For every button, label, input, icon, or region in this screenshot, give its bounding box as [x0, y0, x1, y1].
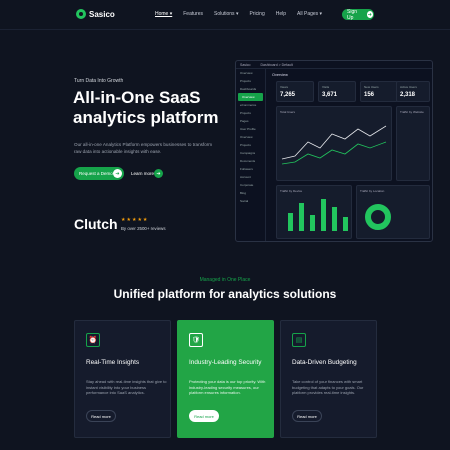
clock-icon: ⏰ — [86, 333, 100, 347]
main-menu: Home ▾ Features Solutions ▾ Pricing Help… — [155, 11, 322, 17]
shield-icon: 🛡 — [189, 333, 203, 347]
stat-label: Active Users — [400, 85, 417, 89]
bar — [310, 215, 315, 231]
stat-value: 3,671 — [322, 92, 338, 98]
stat-card: Active Users 2,318 — [396, 81, 430, 102]
menu-home[interactable]: Home ▾ — [155, 11, 172, 17]
learn-more-button[interactable]: Learn more ➜ — [129, 167, 165, 180]
menu-solutions[interactable]: Solutions ▾ — [214, 11, 238, 17]
stat-card: New Users 156 — [360, 81, 398, 102]
ledger-icon: ▤ — [292, 333, 306, 347]
request-demo-button[interactable]: Request a Demo ➜ — [74, 167, 124, 180]
dashboard-brand: Sasico — [240, 62, 251, 67]
line-series — [281, 125, 387, 160]
read-more-button[interactable]: Read more — [189, 410, 219, 422]
donut-ring — [365, 204, 391, 230]
feature-card: ⏰ Real-Time Insights Stay ahead with rea… — [74, 320, 171, 438]
donut-chart — [365, 204, 391, 230]
traffic-device-panel: Traffic by Device — [276, 185, 352, 239]
sidebar-item[interactable]: Account — [236, 173, 265, 181]
request-demo-label: Request a Demo — [79, 171, 113, 176]
stat-card: Visits 3,671 — [318, 81, 356, 102]
read-more-button[interactable]: Read more — [292, 410, 322, 422]
feature-card: ▤ Data-Driven Budgeting Take control of … — [280, 320, 377, 438]
line-chart — [281, 125, 387, 165]
stat-value: 7,265 — [280, 92, 296, 98]
logo-icon — [76, 9, 86, 19]
arrow-right-icon: ➜ — [366, 11, 373, 18]
sidebar-item[interactable]: Overview — [236, 133, 265, 141]
hero-title-line1: All-in-One SaaS — [73, 88, 201, 107]
sidebar-item[interactable]: Social — [236, 197, 265, 205]
sidebar-item[interactable]: Followers — [236, 165, 265, 173]
section-tag: Managed in One Place — [199, 277, 251, 283]
logo[interactable]: Sasico — [76, 9, 115, 19]
sidebar-item[interactable]: Overview — [236, 69, 265, 77]
clutch-logo: Clutch — [74, 216, 118, 232]
menu-features[interactable]: Features — [183, 11, 203, 17]
sidebar-item[interactable]: Corporate — [236, 181, 265, 189]
card-title: Industry-Leading Security — [189, 359, 262, 366]
sidebar-item-active[interactable]: Overview — [238, 93, 263, 101]
signup-button[interactable]: Sign Up ➜ — [342, 8, 374, 21]
sidebar-item[interactable]: Blog — [236, 189, 265, 197]
section-title: Unified platform for analytics solutions — [113, 287, 337, 301]
bar — [332, 207, 337, 231]
menu-all-pages[interactable]: All Pages ▾ — [297, 11, 322, 17]
signup-label: Sign Up — [347, 8, 358, 21]
read-more-button[interactable]: Read more — [86, 410, 116, 422]
traffic-location-panel: Traffic by Location — [356, 185, 430, 239]
traffic-location-title: Traffic by Location — [360, 189, 385, 193]
sidebar-item[interactable]: Projects — [236, 109, 265, 117]
card-description: Protecting your data is our top priority… — [189, 379, 266, 396]
card-title: Real-Time Insights — [86, 359, 140, 366]
overview-label: Overview — [272, 73, 288, 77]
menu-help[interactable]: Help — [276, 11, 286, 17]
bar-chart — [288, 199, 348, 231]
total-users-panel: Total Users — [276, 106, 392, 181]
sidebar-item[interactable]: Campaigns — [236, 149, 265, 157]
traffic-website-panel: Traffic by Website — [396, 106, 430, 181]
stat-value: 2,318 — [400, 92, 416, 98]
stat-label: Views — [280, 85, 288, 89]
review-count: By over 2500+ reviews — [121, 226, 166, 231]
sidebar-item[interactable]: User Profile — [236, 125, 265, 133]
arrow-right-icon: ➜ — [154, 169, 163, 178]
stat-card: Views 7,265 — [276, 81, 314, 102]
stat-label: Visits — [322, 85, 330, 89]
traffic-website-title: Traffic by Website — [400, 110, 424, 114]
sidebar-item[interactable]: Projects — [236, 141, 265, 149]
bar — [288, 213, 293, 231]
learn-more-label: Learn more — [131, 171, 155, 176]
bar — [321, 199, 326, 231]
sidebar-item[interactable]: Projects — [236, 77, 265, 85]
dashboard-topbar: Sasico Dashboard > Default — [236, 61, 432, 69]
dashboard-sidebar: Overview Projects Dashboards Overview eC… — [236, 69, 266, 241]
hero-title-line2: analytics platform — [73, 108, 219, 127]
bar — [343, 217, 348, 231]
stat-label: New Users — [364, 85, 379, 89]
bar — [299, 203, 304, 231]
star-rating-icon: ★★★★★ — [121, 217, 149, 223]
hero-title: All-in-One SaaS analytics platform — [73, 88, 233, 128]
sidebar-item[interactable]: eCommerce — [236, 101, 265, 109]
stat-value: 156 — [364, 92, 375, 98]
sidebar-item[interactable]: Pages — [236, 117, 265, 125]
dashboard-preview: Sasico Dashboard > Default Overview Proj… — [235, 60, 433, 242]
hero-eyebrow: Turn Data Into Growth — [74, 78, 124, 84]
card-description: Stay ahead with real-time insights that … — [86, 379, 167, 396]
rating: ★★★★★ By over 2500+ reviews — [121, 217, 166, 231]
feature-card: 🛡 Industry-Leading Security Protecting y… — [177, 320, 274, 438]
card-description: Take control of your finances with smart… — [292, 379, 364, 396]
top-nav: Sasico Home ▾ Features Solutions ▾ Prici… — [0, 0, 450, 30]
sidebar-item[interactable]: Dashboards — [236, 85, 265, 93]
hero-description: Our all-in-one Analytics Platform empowe… — [74, 142, 213, 154]
brand-name: Sasico — [89, 9, 115, 19]
dashboard-breadcrumb: Dashboard > Default — [260, 62, 293, 67]
sidebar-item[interactable]: Documents — [236, 157, 265, 165]
menu-pricing[interactable]: Pricing — [249, 11, 264, 17]
card-title: Data-Driven Budgeting — [292, 359, 357, 366]
arrow-right-icon: ➜ — [113, 169, 122, 178]
